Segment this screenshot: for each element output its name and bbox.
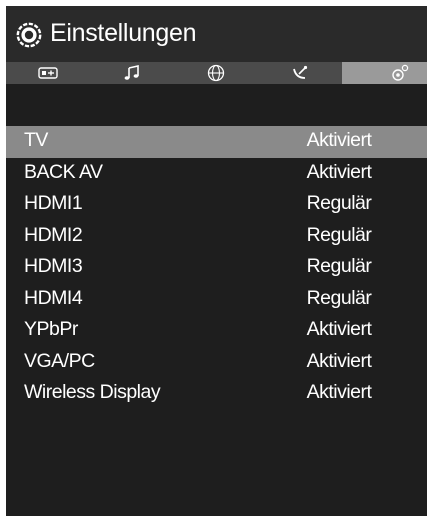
source-name: YPbPr [24,318,78,340]
list-item[interactable]: Wireless Display Aktiviert [6,378,427,410]
source-name: HDMI2 [24,223,83,246]
settings-menu: Einstellungen TV Aktiviert BACK AV Aktiv… [6,6,427,516]
source-status[interactable]: Aktiviert [284,318,394,341]
source-status[interactable]: Aktiviert [284,350,394,373]
source-name: HDMI1 [24,192,83,214]
source-status[interactable]: Aktiviert [284,161,394,184]
source-name: HDMI4 [24,286,83,309]
source-status[interactable]: Aktiviert [284,129,394,152]
gear-icon [16,22,42,48]
list-item[interactable]: HDMI3 Regulär [6,252,427,284]
source-status[interactable]: Aktiviert [284,381,394,404]
source-name: BACK AV [24,160,103,183]
list-item[interactable]: TV Aktiviert [6,126,427,158]
tab-sound[interactable] [90,62,174,84]
settings-gear-icon [391,64,408,81]
tab-channels[interactable] [258,62,342,84]
picture-input-icon [38,67,58,79]
tab-network[interactable] [174,62,258,84]
globe-icon [207,64,225,82]
source-status[interactable]: Regulär [284,255,394,278]
tab-picture[interactable] [6,62,90,84]
source-name: HDMI3 [24,255,83,277]
tab-settings[interactable] [342,62,427,84]
source-status[interactable]: Regulär [284,287,394,310]
list-item[interactable]: HDMI2 Regulär [6,221,427,253]
source-name: TV [24,129,48,151]
list-item[interactable]: YPbPr Aktiviert [6,315,427,347]
satellite-dish-icon [293,65,308,79]
music-note-icon [124,65,139,80]
source-name: VGA/PC [24,349,95,372]
source-status[interactable]: Regulär [284,192,394,215]
list-item[interactable]: HDMI4 Regulär [6,284,427,316]
source-list: TV Aktiviert BACK AV Aktiviert HDMI1 Regulär H… [6,126,427,410]
list-item[interactable]: BACK AV Aktiviert [6,158,427,190]
list-item[interactable]: HDMI1 Regulär [6,189,427,221]
list-item[interactable]: VGA/PC Aktiviert [6,347,427,379]
menu-header: Einstellungen [6,6,427,62]
source-status[interactable]: Regulär [284,224,394,247]
page-title: Einstellungen [50,19,197,47]
source-name: Wireless Display [24,381,161,403]
tab-bar [6,62,427,84]
